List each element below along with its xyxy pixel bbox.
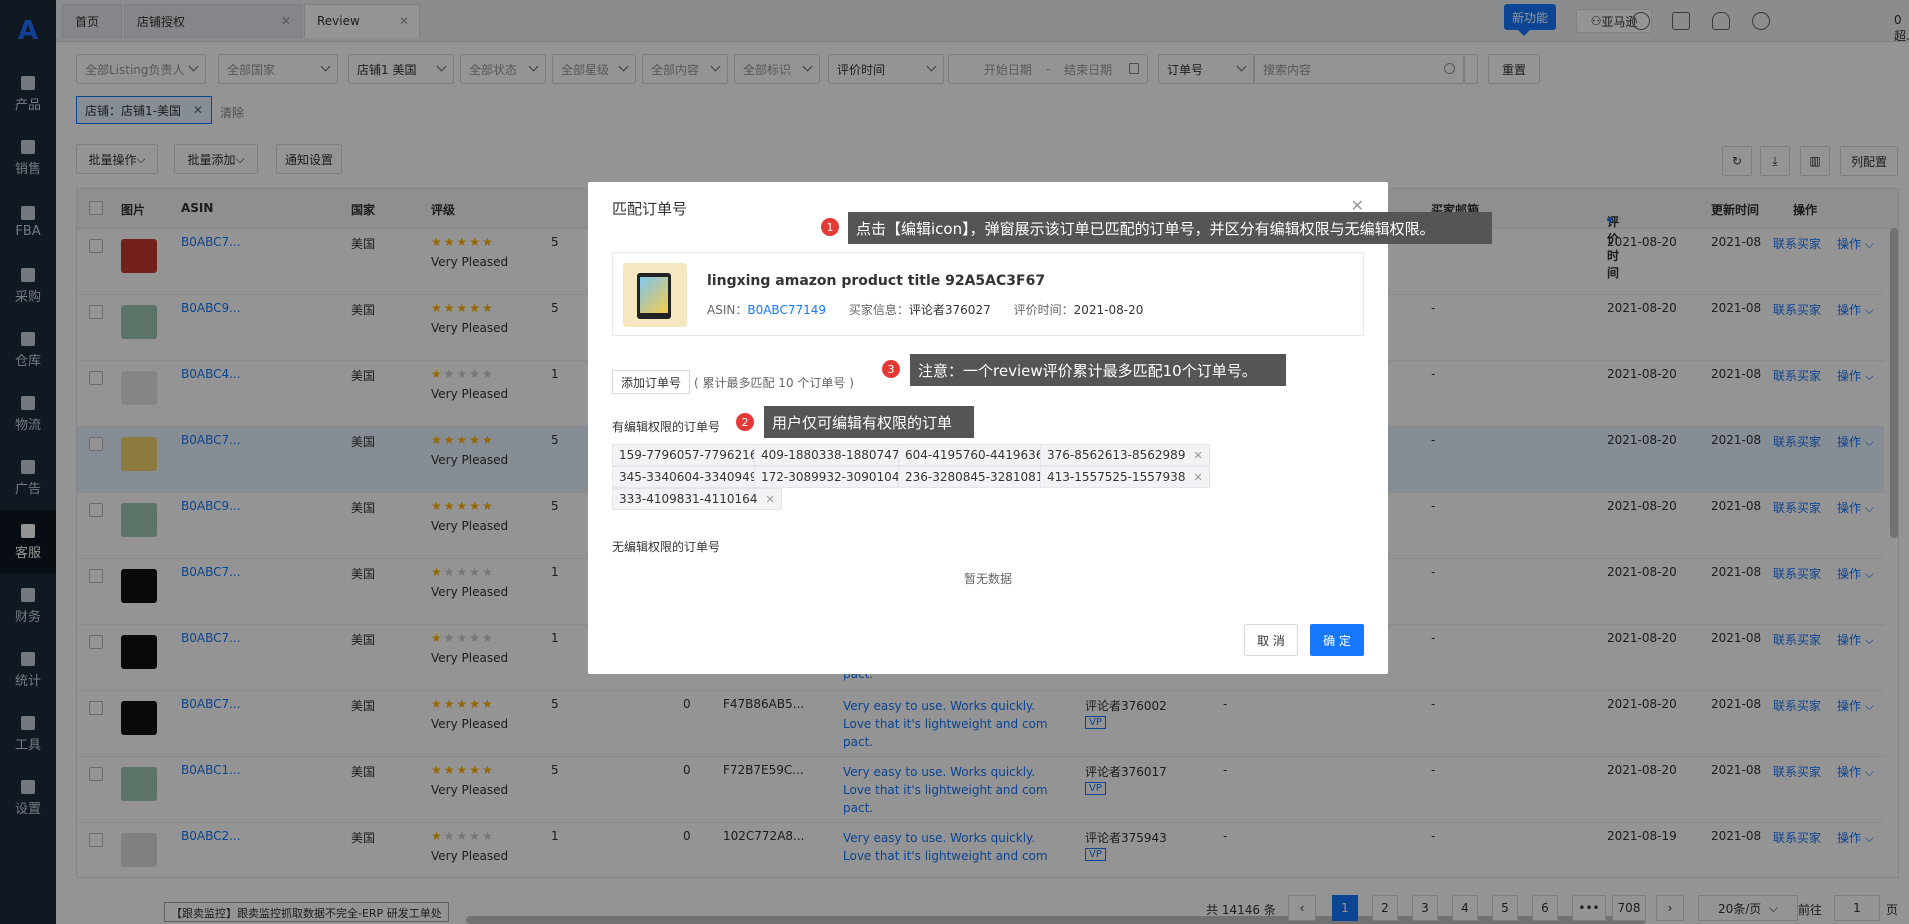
asin-label: ASIN： [707,303,748,317]
order-tag[interactable]: 376-8562613-8562989 ✕ [1040,444,1210,466]
annotation-badge-2: 2 [736,413,754,431]
product-image [623,263,687,327]
review-time-label: 评价时间： [1013,303,1074,317]
order-number: 376-8562613-8562989 [1047,448,1186,462]
buyer-value: 评论者376027 [908,303,991,317]
close-icon[interactable]: ✕ [1193,449,1202,462]
annotation-1: 点击【编辑icon】，弹窗展示该订单已匹配的订单号，并区分有编辑权限与无编辑权限… [848,212,1492,244]
product-meta: ASIN：B0ABC77149 买家信息：评论者376027 评价时间：2021… [707,301,1143,318]
order-number: 159-7796057-7796216 [619,448,758,462]
annotation-badge-3: 3 [882,360,900,378]
order-number: 409-1880338-1880747 [761,448,900,462]
confirm-button[interactable]: 确 定 [1310,624,1364,656]
close-icon[interactable]: ✕ [1193,471,1202,484]
order-number: 172-3089932-3090104 [761,470,900,484]
editable-orders-label: 有编辑权限的订单号 [612,420,721,434]
match-order-modal: 匹配订单号 ✕ lingxing amazon product title 92… [588,182,1388,674]
product-title: lingxing amazon product title 92A5AC3F67 [707,273,1046,289]
annotation-badge-1: 1 [821,218,839,236]
add-order-hint: ( 累计最多匹配 10 个订单号 ) [694,376,854,390]
order-number: 413-1557525-1557938 [1047,470,1186,484]
order-tag[interactable]: 413-1557525-1557938 ✕ [1040,466,1210,488]
modal-title: 匹配订单号 [612,200,688,218]
review-time-value: 2021-08-20 [1073,303,1144,317]
annotation-2: 用户仅可编辑有权限的订单 [764,406,974,438]
product-card: lingxing amazon product title 92A5AC3F67… [612,252,1364,336]
annotation-3: 注意：一个review评价累计最多匹配10个订单号。 [910,354,1286,386]
close-icon[interactable]: ✕ [765,493,774,506]
cancel-button[interactable]: 取 消 [1244,624,1298,656]
asin-link[interactable]: B0ABC77149 [747,303,826,317]
order-number: 345-3340604-3340949 [619,470,758,484]
order-tag[interactable]: 333-4109831-4110164 ✕ [612,488,782,510]
order-number: 333-4109831-4110164 [619,492,758,506]
order-number: 236-3280845-3281081 [905,470,1044,484]
order-number: 604-4195760-4419636 [905,448,1044,462]
buyer-label: 买家信息： [848,303,909,317]
add-order-button[interactable]: 添加订单号 [612,370,691,394]
readonly-orders-label: 无编辑权限的订单号 [612,540,721,554]
no-data-text: 暂无数据 [963,572,1012,586]
